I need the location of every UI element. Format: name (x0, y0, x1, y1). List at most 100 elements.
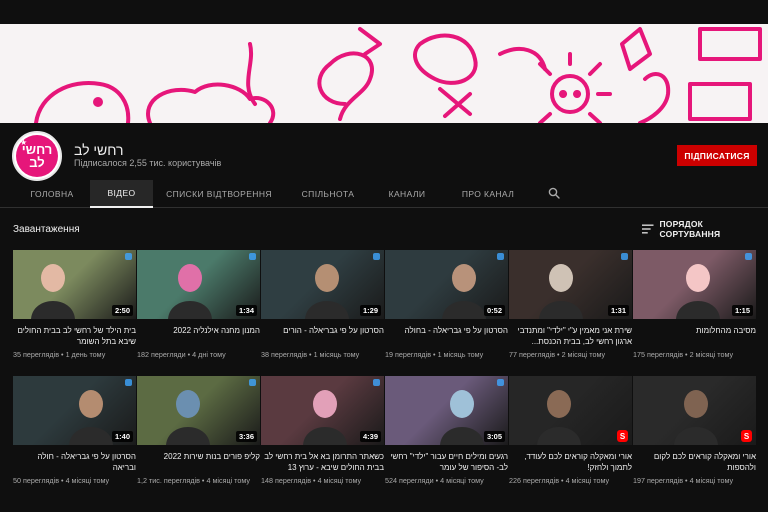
video-card[interactable]: 1:15 מסיבה מהחלומות 175 переглядів • 2 міс… (633, 250, 756, 360)
subscribe-button[interactable]: ПІДПИСАТИСЯ (677, 145, 757, 166)
video-title[interactable]: מסיבה מהחלומות (633, 325, 756, 347)
view-count: 524 перегляди (385, 476, 434, 485)
video-card[interactable]: 3:05 רגעים ומילים חיים עבור "ילדי" רחשי ל… (385, 376, 508, 486)
upload-age: 1 день тому (65, 350, 106, 359)
tab-about[interactable]: ПРО КАНАЛ (452, 180, 524, 208)
thumbnail-figure-body (303, 427, 347, 445)
video-card[interactable]: 0:52 הסרטון על פי גבריאלה - בחולה 19 перег… (385, 250, 508, 360)
video-card[interactable]: S אורי ומאקלה קוראים לכם לקום ולהספות 197 … (633, 376, 756, 486)
video-card[interactable]: 1:29 הסרטון על פי גבריאלה - הורים 38 перег… (261, 250, 384, 360)
view-count: 1,2 тис. переглядів (137, 476, 200, 485)
video-card[interactable]: 1:40 הסרטון על פי גבריאלה - חולה ובריאה 50… (13, 376, 136, 486)
video-title[interactable]: אורי ומאקלה קוראים לכם לעודד, לתמוך ולחז… (509, 451, 632, 473)
video-title[interactable]: בית הילד של רחשי לב בבית החולים שיבא בתל… (13, 325, 136, 347)
view-count: 226 переглядів (509, 476, 560, 485)
thumbnail-image (537, 390, 581, 445)
video-thumbnail[interactable]: 3:36 (137, 376, 260, 445)
video-thumbnail[interactable]: 1:40 (13, 376, 136, 445)
video-title[interactable]: הסרטון על פי גבריאלה - חולה ובריאה (13, 451, 136, 473)
video-title[interactable]: כשאתר התרומן בא אל בית רחשי לב בבית החול… (261, 451, 384, 473)
thumbnail-figure-body (305, 301, 349, 319)
thumbnail-figure (450, 390, 474, 418)
video-duration: 1:31 (607, 305, 629, 316)
video-thumbnail[interactable]: 0:52 (385, 250, 508, 319)
video-thumbnail[interactable]: S (633, 376, 756, 445)
video-meta: 35 переглядів • 1 день тому (13, 350, 136, 360)
video-meta: 175 переглядів • 2 місяці тому (633, 350, 756, 360)
video-duration: 3:36 (235, 431, 257, 442)
video-meta: 50 переглядів • 4 місяці тому (13, 476, 136, 486)
video-meta: 19 переглядів • 1 місяць тому (385, 350, 508, 360)
thumbnail-figure-body (440, 427, 484, 445)
video-thumbnail[interactable]: 1:15 (633, 250, 756, 319)
video-card[interactable]: S אורי ומאקלה קוראים לכם לעודד, לתמוך ולח… (509, 376, 632, 486)
video-card[interactable]: 1:34 המנון מחנה אילנליה 2022 182 перегляди… (137, 250, 260, 360)
thumbnail-figure (41, 264, 65, 292)
video-meta: 38 переглядів • 1 місяць тому (261, 350, 384, 360)
avatar-text-line2: לב (29, 155, 45, 170)
tab-videos[interactable]: ВІДЕО (90, 180, 153, 208)
video-thumbnail[interactable]: 1:29 (261, 250, 384, 319)
thumbnail-figure (176, 390, 200, 418)
video-duration: 0:52 (483, 305, 505, 316)
channel-watermark-icon (373, 253, 380, 260)
video-thumbnail[interactable]: 3:05 (385, 376, 508, 445)
channel-watermark-icon (249, 379, 256, 386)
banner-doodle-art (34, 27, 762, 123)
thumbnail-figure-body (537, 427, 581, 445)
tab-home[interactable]: ГОЛОВНА (18, 180, 86, 208)
video-title[interactable]: קליפ פורים בנות שירות 2022 (137, 451, 260, 473)
upload-age: 4 місяці тому (317, 476, 362, 485)
video-title[interactable]: הסרטון על פי גבריאלה - הורים (261, 325, 384, 347)
thumbnail-image (674, 390, 718, 445)
upload-age: 1 місяць тому (437, 350, 484, 359)
channel-watermark-icon (125, 253, 132, 260)
video-duration: 1:29 (359, 305, 381, 316)
upload-age: 4 місяці тому (565, 476, 610, 485)
video-title[interactable]: אורי ומאקלה קוראים לכם לקום ולהספות (633, 451, 756, 473)
channel-watermark-icon (497, 379, 504, 386)
video-card[interactable]: 2:50 בית הילד של רחשי לב בבית החולים שיבא… (13, 250, 136, 360)
upload-age: 2 місяці тому (561, 350, 606, 359)
channel-watermark-icon (125, 379, 132, 386)
video-thumbnail[interactable]: S (509, 376, 632, 445)
channel-avatar[interactable]: רחשי לב ★ (12, 131, 62, 181)
video-thumbnail[interactable]: 2:50 (13, 250, 136, 319)
video-meta: 197 переглядів • 4 місяці тому (633, 476, 756, 486)
video-card[interactable]: 4:39 כשאתר התרומן בא אל בית רחשי לב בבית … (261, 376, 384, 486)
video-thumbnail[interactable]: 4:39 (261, 376, 384, 445)
video-duration: 1:34 (235, 305, 257, 316)
upload-age: 4 місяці тому (440, 476, 484, 485)
tab-channels[interactable]: КАНАЛИ (378, 180, 436, 208)
video-title[interactable]: שירת אני מאמין ע"י "ילדי" ומתנדבי ארגון … (509, 325, 632, 347)
upload-age: 4 місяці тому (206, 476, 251, 485)
channel-watermark-icon (621, 253, 628, 260)
view-count: 77 переглядів (509, 350, 556, 359)
video-meta: 226 переглядів • 4 місяці тому (509, 476, 632, 486)
sort-button[interactable]: ПОРЯДОК СОРТУВАННЯ (642, 219, 762, 239)
video-duration: 2:50 (111, 305, 133, 316)
video-duration: 1:15 (731, 305, 753, 316)
sort-icon (642, 224, 654, 234)
view-count: 182 перегляди (137, 350, 186, 359)
thumbnail-figure-body (69, 427, 113, 445)
tab-community[interactable]: СПІЛЬНОТА (290, 180, 366, 208)
video-thumbnail[interactable]: 1:31 (509, 250, 632, 319)
channel-watermark-icon (373, 379, 380, 386)
video-title[interactable]: הסרטון על פי גבריאלה - בחולה (385, 325, 508, 347)
subscriber-count: Підписалося 2,55 тис. користувачів (74, 158, 222, 168)
video-title[interactable]: רגעים ומילים חיים עבור "ילדי" רחשי לב- ה… (385, 451, 508, 473)
view-count: 38 переглядів (261, 350, 308, 359)
video-card[interactable]: 1:31 שירת אני מאמין ע"י "ילדי" ומתנדבי אר… (509, 250, 632, 360)
video-thumbnail[interactable]: 1:34 (137, 250, 260, 319)
view-count: 19 переглядів (385, 350, 432, 359)
video-title[interactable]: המנון מחנה אילנליה 2022 (137, 325, 260, 347)
thumbnail-figure (686, 264, 710, 292)
search-icon[interactable] (548, 187, 560, 199)
video-card[interactable]: 3:36 קליפ פורים בנות שירות 2022 1,2 тис. п… (137, 376, 260, 486)
view-count: 197 переглядів (633, 476, 684, 485)
thumbnail-figure (313, 390, 337, 418)
shorts-icon: S (741, 430, 752, 442)
tab-playlists[interactable]: СПИСКИ ВІДТВОРЕННЯ (160, 180, 278, 208)
video-duration: 3:05 (483, 431, 505, 442)
